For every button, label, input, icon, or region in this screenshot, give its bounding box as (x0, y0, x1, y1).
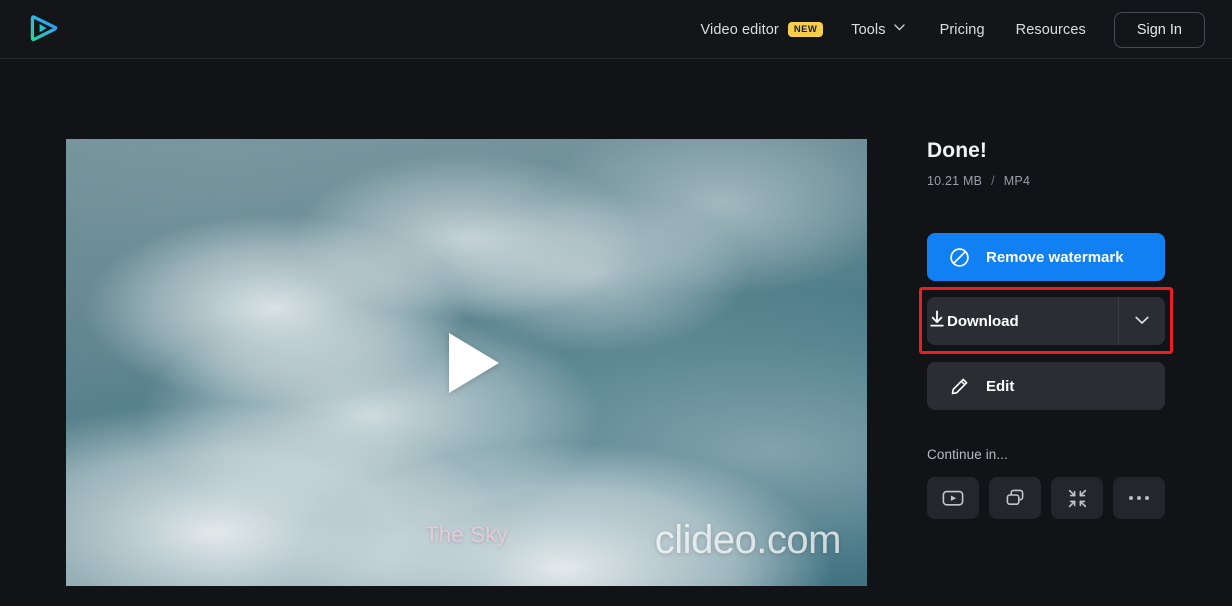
edit-label: Edit (986, 377, 1015, 395)
continue-action-compress[interactable] (1051, 477, 1103, 519)
file-size: 10.21 MB (927, 174, 983, 188)
compress-arrows-icon (1067, 488, 1088, 509)
main-nav: Video editor NEW Tools Pricing Resources… (701, 0, 1205, 59)
nav-item-pricing[interactable]: Pricing (940, 22, 985, 38)
pencil-icon (948, 375, 970, 397)
nav-label-video-editor: Video editor (700, 21, 779, 38)
remove-watermark-button[interactable]: Remove watermark (927, 233, 1165, 281)
site-header: Video editor NEW Tools Pricing Resources… (0, 0, 1232, 59)
nav-label-pricing: Pricing (939, 21, 985, 38)
page-body: The Sky clideo.com Done! 10.21 MB / MP4 … (0, 59, 1232, 606)
continue-in-label: Continue in... (927, 447, 1008, 462)
video-preview[interactable]: The Sky clideo.com (66, 139, 867, 586)
nav-item-tools[interactable]: Tools (851, 21, 905, 38)
edit-button[interactable]: Edit (927, 362, 1165, 410)
download-label: Download (947, 312, 1019, 330)
continue-actions-row (927, 477, 1167, 519)
chevron-down-icon (1135, 312, 1149, 330)
result-panel: Done! 10.21 MB / MP4 Remove watermark Do… (919, 139, 1173, 519)
download-dropdown-toggle[interactable] (1118, 297, 1165, 345)
continue-action-video-player[interactable] (927, 477, 979, 519)
nav-item-video-editor[interactable]: Video editor NEW (701, 22, 824, 38)
file-format: MP4 (1003, 174, 1031, 188)
sign-in-button[interactable]: Sign In (1113, 11, 1205, 48)
continue-action-merge[interactable] (989, 477, 1041, 519)
new-badge: NEW (787, 21, 824, 38)
panel-title: Done! (927, 139, 987, 162)
merge-squares-icon (1005, 488, 1025, 508)
nav-label-tools: Tools (851, 21, 886, 38)
video-play-button[interactable] (66, 139, 867, 586)
continue-action-more[interactable] (1113, 477, 1165, 519)
clideo-logo[interactable] (27, 13, 61, 48)
nav-item-resources[interactable]: Resources (1016, 22, 1086, 38)
more-dots-icon (1129, 496, 1149, 500)
video-player-icon (942, 489, 964, 507)
file-meta: 10.21 MB / MP4 (927, 174, 1167, 188)
nav-label-resources: Resources (1015, 21, 1086, 38)
meta-separator: / (991, 174, 995, 188)
play-icon (448, 332, 499, 393)
chevron-down-icon (893, 23, 905, 34)
download-button-group: Download (919, 287, 1173, 354)
prohibition-icon (948, 246, 970, 268)
download-icon (927, 309, 947, 333)
remove-watermark-label: Remove watermark (986, 248, 1124, 266)
play-triangle-logo-icon (28, 13, 60, 48)
